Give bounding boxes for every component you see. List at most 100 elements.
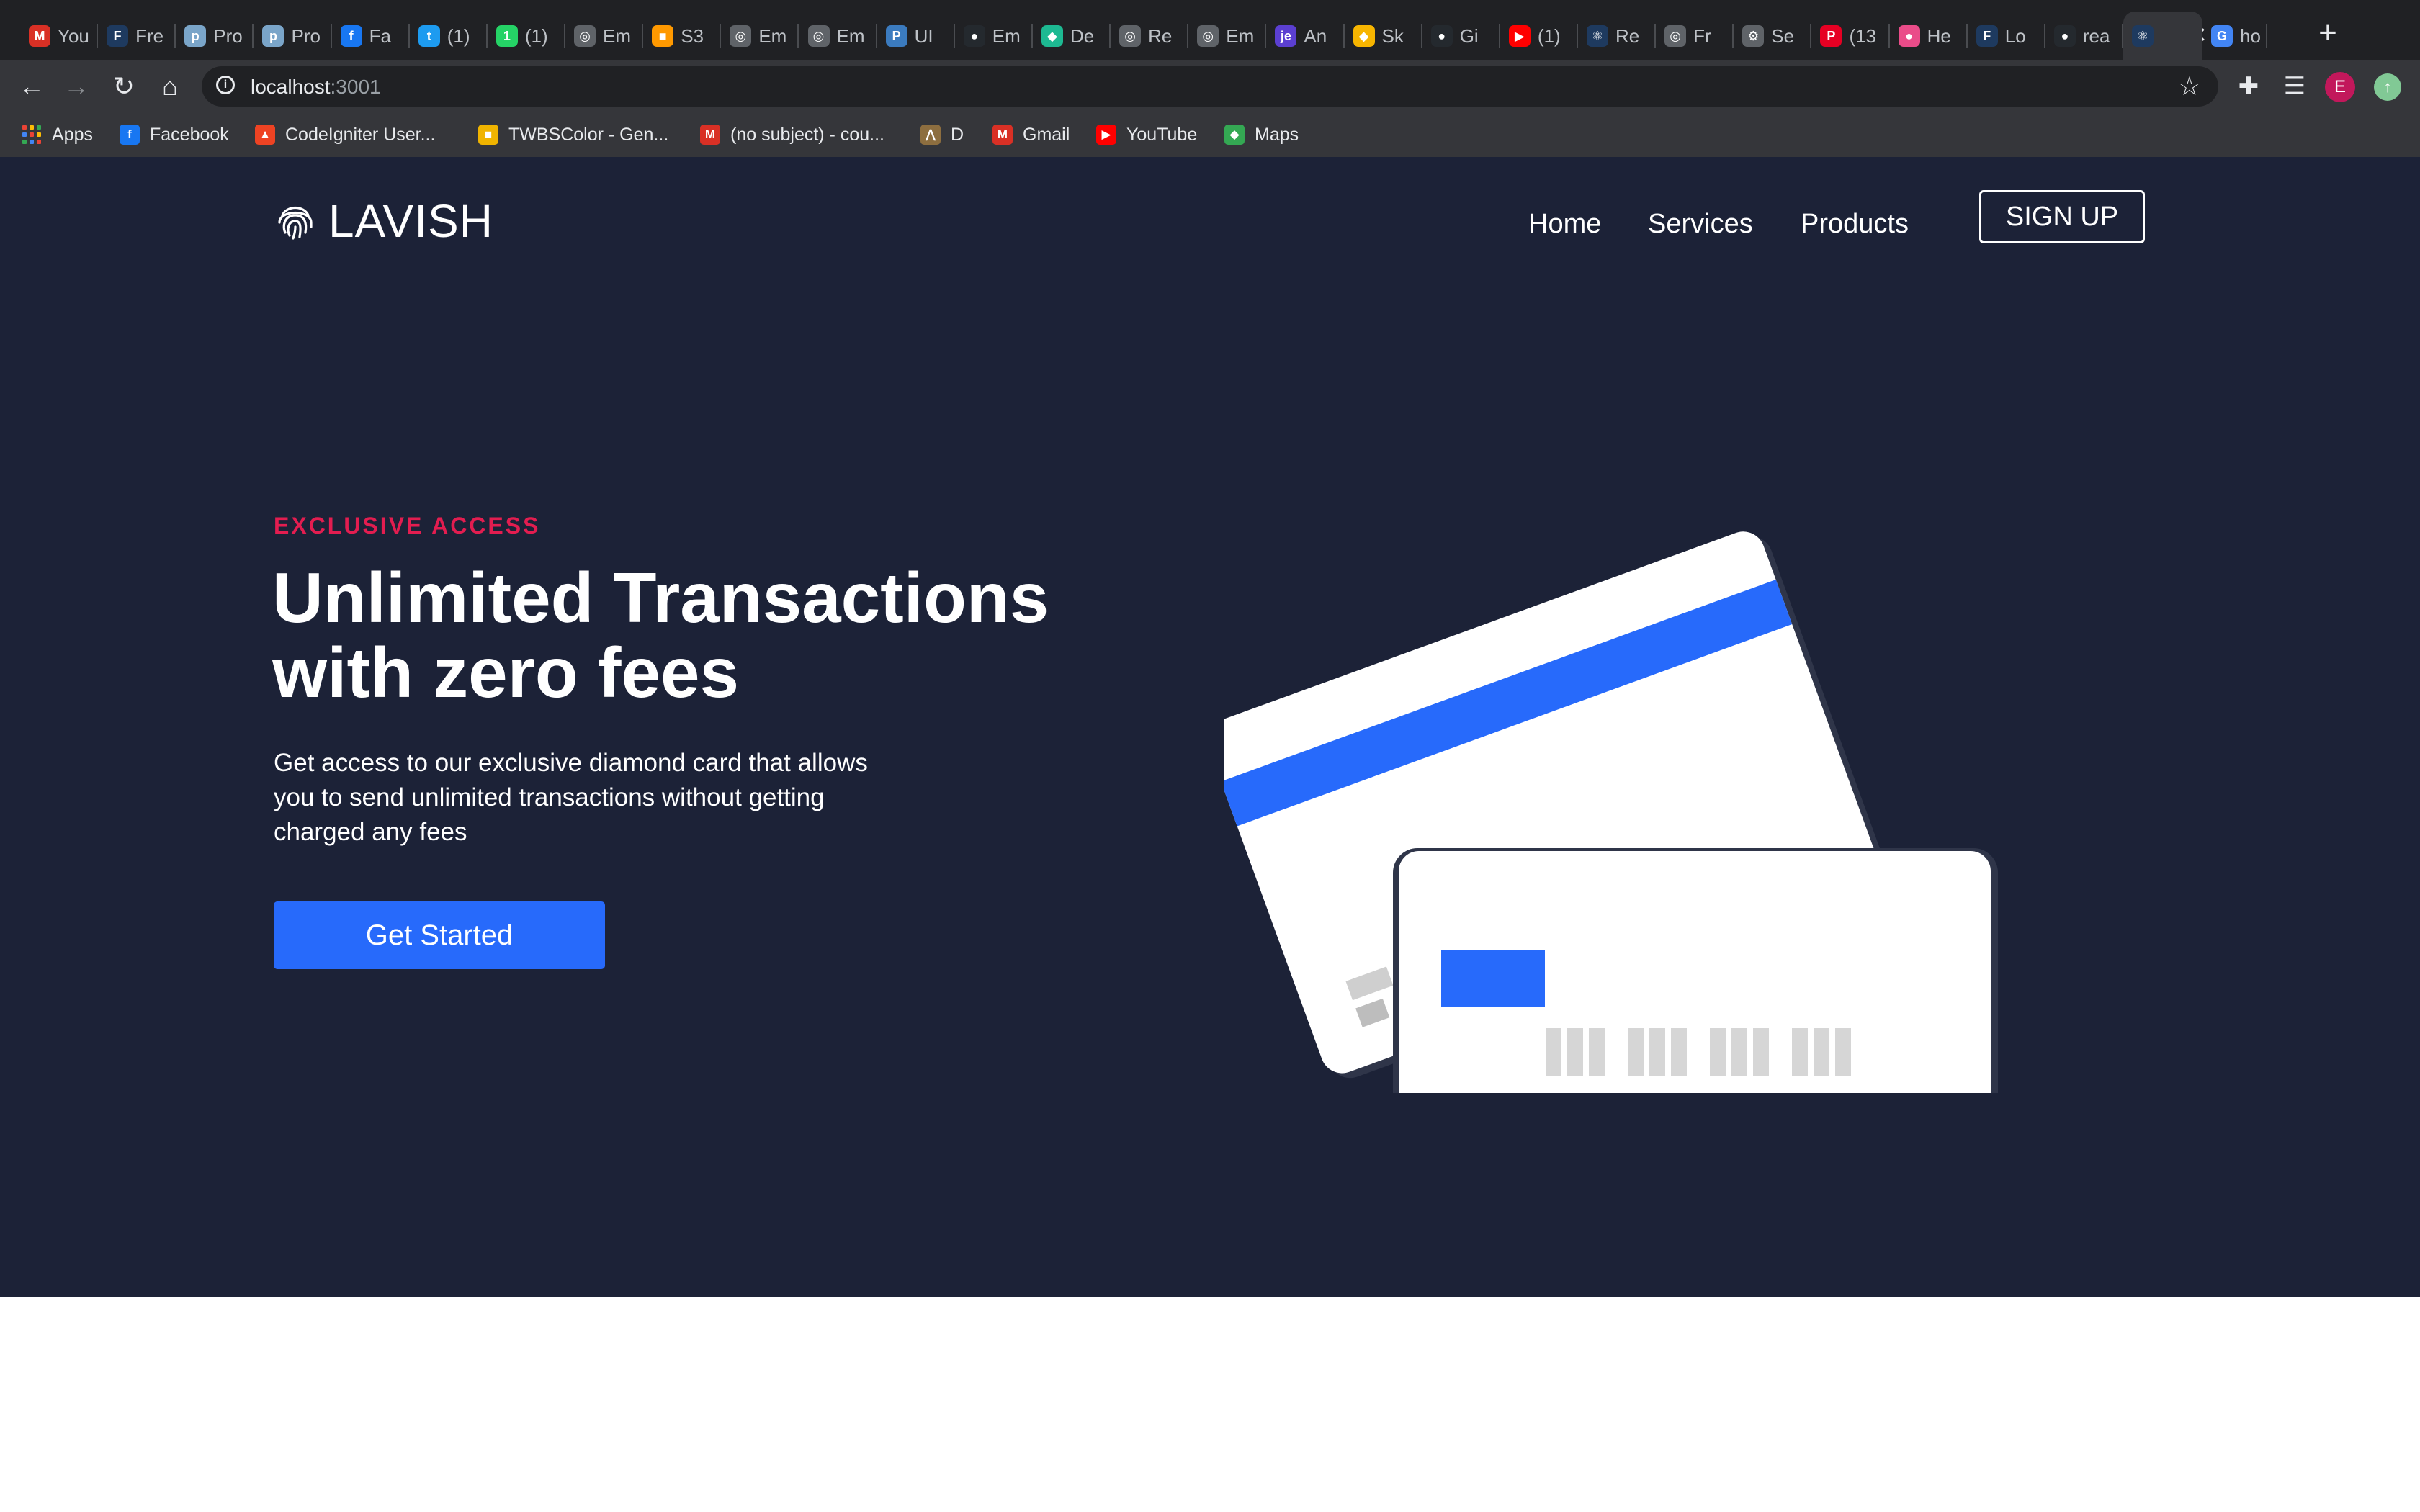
bookmark-item[interactable]: ▶ YouTube (1096, 121, 1197, 148)
browser-tab[interactable]: ■ S3 (643, 12, 722, 60)
nav-services-link[interactable]: Services (1648, 209, 1753, 240)
bookmark-item[interactable]: ■ TWBSColor - Gen... (478, 121, 668, 148)
bookmark-label: Facebook (150, 124, 229, 145)
browser-tab[interactable]: P (13 (1811, 12, 1890, 60)
browser-tab[interactable]: f Fa (332, 12, 410, 60)
dribbble-icon: ● (1898, 25, 1920, 47)
extensions-icon[interactable]: ✚ (2231, 69, 2266, 104)
browser-tab[interactable]: p Pro (176, 12, 254, 60)
browser-tab-label: An (1304, 24, 1327, 47)
hero-eyebrow: EXCLUSIVE ACCESS (274, 513, 541, 539)
browser-tab[interactable]: M You (20, 12, 99, 60)
bookmark-label: TWBSColor - Gen... (508, 124, 669, 145)
je-icon: je (1275, 25, 1297, 47)
browser-tab[interactable]: p Pro (254, 12, 332, 60)
home-icon[interactable]: ⌂ (153, 69, 187, 104)
hero-section: LAVISH Home Services Products SIGN UP EX… (0, 157, 2420, 1297)
nav-products-link[interactable]: Products (1801, 209, 1909, 240)
globe-icon: ◎ (1197, 25, 1219, 47)
browser-tab[interactable]: ⚛ Re (1578, 12, 1657, 60)
browser-tab-label: Fa (369, 24, 391, 47)
browser-tab[interactable]: Gho (2202, 12, 2268, 60)
browser-tab-label: Fre (135, 24, 164, 47)
browser-tab-label: (1) (524, 24, 548, 47)
browser-tab-label: De (1070, 24, 1095, 47)
browser-tab-label: Em (992, 24, 1021, 47)
browser-tab[interactable]: ◆ Sk (1345, 12, 1422, 60)
browser-tab-strip: ✕ + MYouFFrepPropProfFat(1)1(1)◎Em■S3◎Em… (0, 0, 2420, 60)
get-started-button[interactable]: Get Started (274, 901, 605, 969)
back-icon[interactable]: ← (14, 69, 49, 104)
browser-tab-label: Em (836, 24, 865, 47)
browser-tab[interactable]: ● Em (955, 12, 1033, 60)
card-chip (1441, 950, 1545, 1007)
url-port: :3001 (330, 76, 381, 98)
browser-tab[interactable]: P UI (877, 12, 955, 60)
github-icon: ● (963, 25, 985, 47)
browser-tab[interactable]: t (1) (410, 12, 488, 60)
hero-title-line-1: Unlimited Transactions (272, 558, 1049, 637)
browser-tab[interactable]: ◎ Em (799, 12, 877, 60)
site-info-icon[interactable]: i (216, 76, 235, 94)
browser-tab[interactable]: 1 (1) (488, 12, 566, 60)
browser-tab[interactable]: ◎ Em (565, 12, 644, 60)
hero-description: Get access to our exclusive diamond card… (274, 749, 868, 846)
browser-tab[interactable]: ● He (1890, 12, 1968, 60)
bookmark-item[interactable]: Apps (22, 121, 93, 148)
bookmark-item[interactable]: ⋀ D (920, 121, 964, 148)
reload-icon[interactable]: ↻ (107, 69, 141, 104)
browser-tab[interactable]: ▶ (1) (1500, 12, 1578, 60)
globe-icon: ◎ (730, 25, 752, 47)
browser-tab[interactable]: ● Gi (1422, 12, 1500, 60)
flo-icon: F (107, 25, 129, 47)
update-icon[interactable]: ↑ (2374, 73, 2401, 101)
bookmark-item[interactable]: ▲ CodeIgniter User... (255, 121, 435, 148)
maps-icon: ◆ (1224, 125, 1245, 145)
browser-tab-label: Sk (1381, 24, 1404, 47)
address-bar[interactable]: i localhost:3001 ☆ (202, 66, 2218, 107)
bookmark-label: D (951, 124, 964, 145)
bookmark-label: Apps (52, 124, 93, 145)
sign-up-button[interactable]: SIGN UP (1979, 190, 2145, 243)
browser-tab[interactable]: ⚙ Se (1734, 12, 1812, 60)
browser-tab-label: Re (1615, 24, 1640, 47)
bookmark-item[interactable]: f Facebook (120, 121, 229, 148)
reading-list-icon[interactable]: ☰ (2277, 69, 2312, 104)
bookmark-item[interactable]: M Gmail (992, 121, 1070, 148)
browser-tab[interactable]: ⚛ (2123, 12, 2203, 60)
page-icon: p (262, 25, 284, 47)
bookmark-item[interactable]: ◆ Maps (1224, 121, 1299, 148)
browser-tab-label: Lo (2004, 24, 2026, 47)
globe-icon: ◎ (807, 25, 830, 47)
browser-tab-label: rea (2082, 24, 2110, 47)
browser-tab-label: (1) (1537, 24, 1561, 47)
browser-tab-label: UI (914, 24, 933, 47)
browser-tab[interactable]: ◆ De (1033, 12, 1111, 60)
browser-tab[interactable]: ◎ Em (721, 12, 799, 60)
profile-avatar[interactable]: E (2325, 72, 2355, 102)
browser-tab[interactable]: F Lo (1968, 12, 2045, 60)
bookmark-item[interactable]: M (no subject) - cou... (700, 121, 884, 148)
browser-tab[interactable]: ◎ Re (1111, 12, 1189, 60)
react-icon: ⚛ (2132, 25, 2154, 47)
browser-tab[interactable]: F Fre (98, 12, 176, 60)
browser-tab[interactable]: ◎ Fr (1656, 12, 1734, 60)
nav-home-link[interactable]: Home (1528, 209, 1601, 240)
github-icon: ● (1430, 25, 1453, 47)
browser-tab[interactable]: je An (1266, 12, 1345, 60)
bridge-icon: ⋀ (920, 125, 941, 145)
browser-tab-label: Re (1148, 24, 1173, 47)
browser-tab-label: Em (758, 24, 787, 47)
browser-tab[interactable]: ◎ Em (1188, 12, 1267, 60)
facebook-icon: f (120, 125, 140, 145)
bookmark-star-icon[interactable]: ☆ (2178, 71, 2201, 102)
browser-tab[interactable]: ● rea (2045, 12, 2124, 60)
hero-title: Unlimited Transactions with zero fees (272, 560, 1137, 710)
gmail-icon: M (29, 25, 50, 47)
new-tab-button[interactable]: + (2312, 17, 2344, 50)
address-url[interactable]: localhost:3001 (251, 76, 381, 99)
brand-logo[interactable]: LAVISH (275, 194, 493, 248)
forward-icon[interactable]: → (59, 69, 94, 104)
bookmark-label: CodeIgniter User... (285, 124, 436, 145)
browser-tab-label: Fr (1693, 24, 1711, 47)
